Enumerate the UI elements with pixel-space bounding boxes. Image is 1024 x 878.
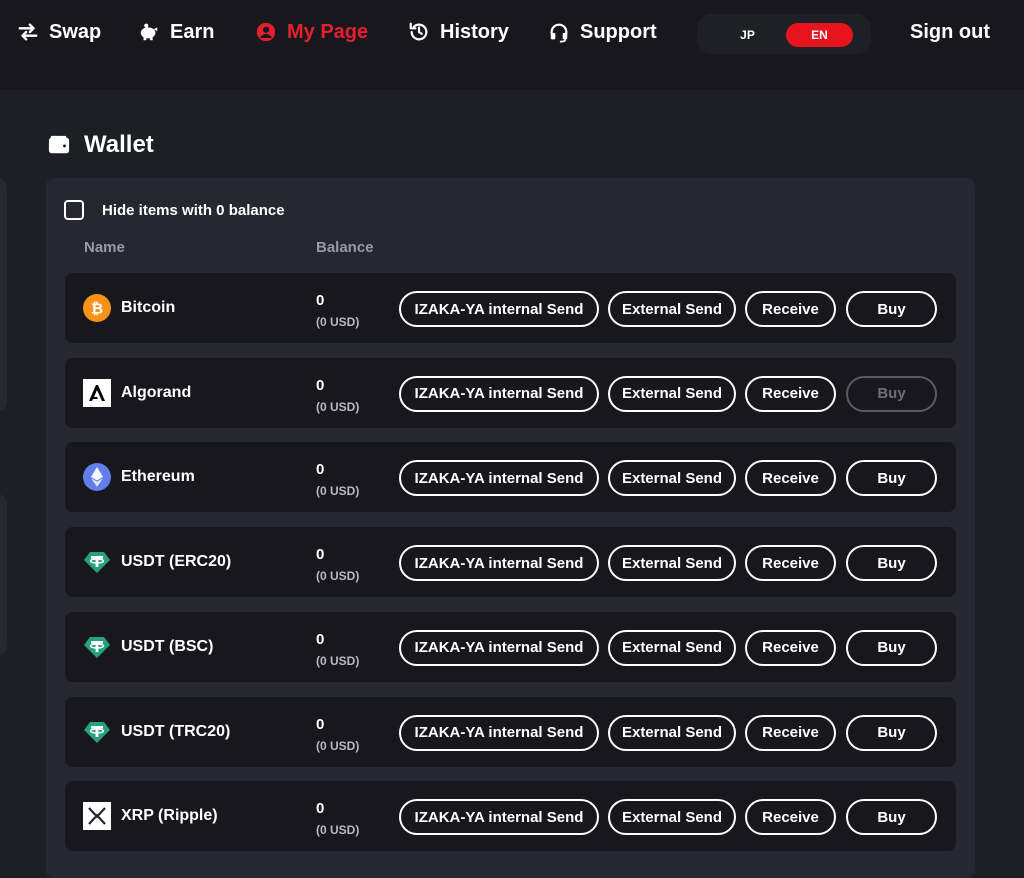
nav-history[interactable]: History <box>408 16 509 48</box>
balance-value: 0 <box>316 800 325 818</box>
nav-my-page[interactable]: My Page <box>255 16 368 48</box>
coin-name: Ethereum <box>121 468 195 486</box>
receive-button[interactable]: Receive <box>745 291 836 327</box>
coin-name: USDT (ERC20) <box>121 553 232 571</box>
nav-support-label: Support <box>580 20 657 43</box>
balance-usd: (0 USD) <box>316 653 360 668</box>
bitcoin-icon: ₿ <box>83 294 111 322</box>
external-send-button[interactable]: External Send <box>608 629 736 666</box>
receive-button[interactable]: Receive <box>745 460 836 497</box>
piggy-bank-icon <box>138 21 160 43</box>
external-send-button[interactable]: External Send <box>608 799 736 836</box>
tether-icon <box>83 548 111 576</box>
receive-button[interactable]: Receive <box>745 714 836 751</box>
column-header-name: Name <box>84 239 125 256</box>
tether-icon <box>83 633 111 661</box>
internal-send-button[interactable]: IZAKA-YA internal Send <box>399 799 599 836</box>
wallet-row: XRP (Ripple) 0 (0 USD) IZAKA-YA internal… <box>65 781 956 852</box>
buy-button[interactable]: Buy <box>846 291 937 327</box>
external-send-button[interactable]: External Send <box>608 291 736 327</box>
side-panel <box>0 494 7 656</box>
external-send-button[interactable]: External Send <box>608 375 736 412</box>
language-toggle: JP EN <box>697 14 871 54</box>
balance-usd: (0 USD) <box>316 738 360 753</box>
balance-value: 0 <box>316 546 325 564</box>
buy-button[interactable]: Buy <box>846 545 937 582</box>
internal-send-button[interactable]: IZAKA-YA internal Send <box>399 375 599 412</box>
side-panel <box>0 178 7 412</box>
user-circle-icon <box>255 21 277 43</box>
balance-value: 0 <box>316 376 325 394</box>
language-jp-button[interactable]: JP <box>714 23 781 47</box>
hide-zero-balance-toggle[interactable]: Hide items with 0 balance <box>64 198 285 222</box>
external-send-button[interactable]: External Send <box>608 545 736 582</box>
wallet-row: USDT (BSC) 0 (0 USD) IZAKA-YA internal S… <box>65 611 956 682</box>
coin-name: Algorand <box>121 383 192 401</box>
nav-swap[interactable]: Swap <box>17 16 101 48</box>
internal-send-button[interactable]: IZAKA-YA internal Send <box>399 460 599 497</box>
coin-name: USDT (BSC) <box>121 637 214 655</box>
coin-name: XRP (Ripple) <box>121 807 218 825</box>
balance-usd: (0 USD) <box>316 399 360 414</box>
wallet-row: Ethereum 0 (0 USD) IZAKA-YA internal Sen… <box>65 442 956 513</box>
buy-button[interactable]: Buy <box>846 375 937 412</box>
balance-usd: (0 USD) <box>316 823 360 838</box>
balance-value: 0 <box>316 630 325 648</box>
svg-text:₿: ₿ <box>91 300 103 318</box>
ethereum-icon <box>83 463 111 492</box>
wallet-section-title: Wallet <box>48 128 154 162</box>
buy-button[interactable]: Buy <box>846 629 937 666</box>
nav-my-page-label: My Page <box>287 20 369 43</box>
headset-icon <box>548 21 570 43</box>
receive-button[interactable]: Receive <box>745 545 836 582</box>
hide-zero-label: Hide items with 0 balance <box>102 201 285 219</box>
nav-support[interactable]: Support <box>548 16 657 48</box>
external-send-button[interactable]: External Send <box>608 460 736 497</box>
tether-icon <box>83 718 111 746</box>
wallet-icon <box>48 134 70 156</box>
wallet-row: Algorand 0 (0 USD) IZAKA-YA internal Sen… <box>65 357 956 428</box>
receive-button[interactable]: Receive <box>745 375 836 412</box>
wallet-row: USDT (TRC20) 0 (0 USD) IZAKA-YA internal… <box>65 696 956 767</box>
external-send-button[interactable]: External Send <box>608 714 736 751</box>
nav-earn[interactable]: Earn <box>138 16 214 48</box>
receive-button[interactable]: Receive <box>745 799 836 836</box>
balance-value: 0 <box>316 715 325 733</box>
buy-button[interactable]: Buy <box>846 460 937 497</box>
internal-send-button[interactable]: IZAKA-YA internal Send <box>399 291 599 327</box>
internal-send-button[interactable]: IZAKA-YA internal Send <box>399 714 599 751</box>
coin-name: Bitcoin <box>121 299 176 316</box>
balance-usd: (0 USD) <box>316 315 360 329</box>
balance-usd: (0 USD) <box>316 569 360 584</box>
buy-button[interactable]: Buy <box>846 799 937 836</box>
language-en-button[interactable]: EN <box>786 23 853 47</box>
hide-zero-checkbox[interactable] <box>64 200 84 220</box>
balance-usd: (0 USD) <box>316 484 360 499</box>
coin-name: USDT (TRC20) <box>121 722 231 740</box>
xrp-icon <box>83 802 111 831</box>
swap-arrows-icon <box>17 21 39 43</box>
column-header-balance: Balance <box>316 239 374 256</box>
wallet-row: ₿ Bitcoin 0 (0 USD) IZAKA-YA internal Se… <box>65 273 956 343</box>
internal-send-button[interactable]: IZAKA-YA internal Send <box>399 545 599 582</box>
balance-value: 0 <box>316 461 325 479</box>
wallet-row: USDT (ERC20) 0 (0 USD) IZAKA-YA internal… <box>65 527 956 598</box>
buy-button[interactable]: Buy <box>846 714 937 751</box>
nav-swap-label: Swap <box>49 20 102 43</box>
algorand-icon <box>83 378 111 407</box>
sign-out-button[interactable]: Sign out <box>910 16 990 48</box>
receive-button[interactable]: Receive <box>745 629 836 666</box>
page-title: Wallet <box>84 131 154 158</box>
balance-value: 0 <box>316 292 325 309</box>
history-clock-icon <box>408 21 430 43</box>
nav-earn-label: Earn <box>170 20 215 43</box>
nav-history-label: History <box>440 20 509 43</box>
internal-send-button[interactable]: IZAKA-YA internal Send <box>399 629 599 666</box>
top-navigation-bar: Swap Earn My Page History Support JP EN … <box>0 0 1024 90</box>
